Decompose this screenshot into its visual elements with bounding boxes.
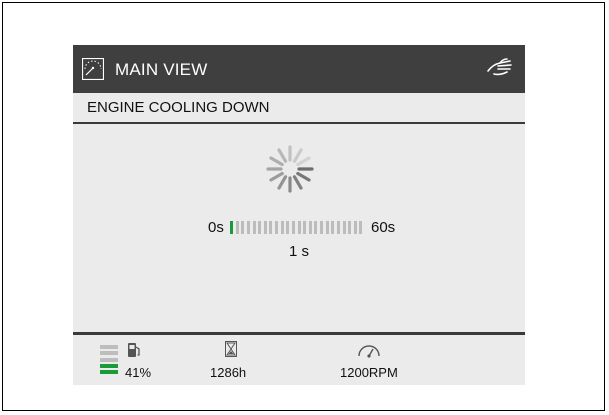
- progress-segment: [269, 221, 273, 234]
- progress-segment: [291, 221, 295, 234]
- progress-segment: [246, 221, 250, 234]
- title-bar: MAIN VIEW: [73, 45, 525, 93]
- page-title: MAIN VIEW: [115, 60, 208, 79]
- spinner-ray: [296, 156, 311, 167]
- cooldown-progress: 0s 60s: [73, 219, 525, 239]
- progress-segment: [263, 221, 267, 234]
- progress-segment: [308, 221, 312, 234]
- hand-touch-icon[interactable]: [485, 55, 515, 79]
- fuel-level-bar: [100, 370, 118, 374]
- progress-segment: [286, 221, 290, 234]
- status-footer: 41% 1286h 1200RPM: [73, 332, 525, 385]
- spinner-ray: [296, 171, 311, 182]
- spinner-ray: [292, 148, 303, 163]
- status-bar: ENGINE COOLING DOWN: [73, 93, 525, 124]
- fuel-level-bar: [100, 345, 118, 350]
- spinner-ray: [269, 171, 284, 182]
- tachometer-icon: [358, 345, 380, 358]
- progress-segment: [303, 221, 307, 234]
- progress-start-label: 0s: [208, 219, 224, 236]
- spinner-ray: [277, 148, 288, 163]
- progress-segment: [348, 221, 352, 234]
- fuel-pump-icon: [128, 343, 140, 357]
- fuel-level-bar: [100, 351, 118, 356]
- progress-segment: [241, 221, 245, 234]
- progress-segment: [297, 221, 301, 234]
- progress-segment: [252, 221, 256, 234]
- gauge-view-icon[interactable]: [82, 58, 104, 80]
- progress-segment: [275, 221, 278, 234]
- progress-track: [230, 221, 365, 234]
- fuel-level-bar: [100, 357, 118, 362]
- progress-end-label: 60s: [371, 219, 396, 236]
- progress-segment: [353, 221, 357, 234]
- progress-segment: [320, 221, 323, 234]
- progress-segment: [314, 221, 318, 234]
- fuel-level-indicator: [100, 344, 118, 374]
- progress-segment: [325, 221, 329, 234]
- fuel-level-bar: [100, 363, 118, 368]
- progress-segment: [359, 221, 363, 234]
- progress-segment: [336, 221, 340, 234]
- spinner-ray: [269, 156, 284, 167]
- spinner-ray: [277, 175, 288, 190]
- progress-current-value: 1 s: [288, 243, 309, 260]
- engine-hours-value: 1286h: [210, 365, 247, 380]
- engine-rpm-value: 1200RPM: [340, 365, 398, 380]
- progress-segment: [230, 221, 233, 234]
- hourglass-icon: [225, 341, 237, 357]
- fuel-level-value: 41%: [125, 365, 152, 380]
- progress-segment: [235, 221, 239, 234]
- display-frame: MAIN VIEW ENGINE COOLING DOWN 0s 60s 1 s: [2, 2, 605, 411]
- loading-spinner-icon: [266, 145, 314, 193]
- status-message: ENGINE COOLING DOWN: [87, 99, 270, 116]
- progress-segment: [331, 221, 335, 234]
- progress-segment: [280, 221, 284, 234]
- progress-segment: [342, 221, 346, 234]
- progress-segment: [258, 221, 262, 234]
- main-screen: MAIN VIEW ENGINE COOLING DOWN 0s 60s 1 s: [73, 45, 525, 385]
- spinner-ray: [292, 175, 303, 190]
- cooldown-panel: 0s 60s 1 s: [73, 124, 525, 332]
